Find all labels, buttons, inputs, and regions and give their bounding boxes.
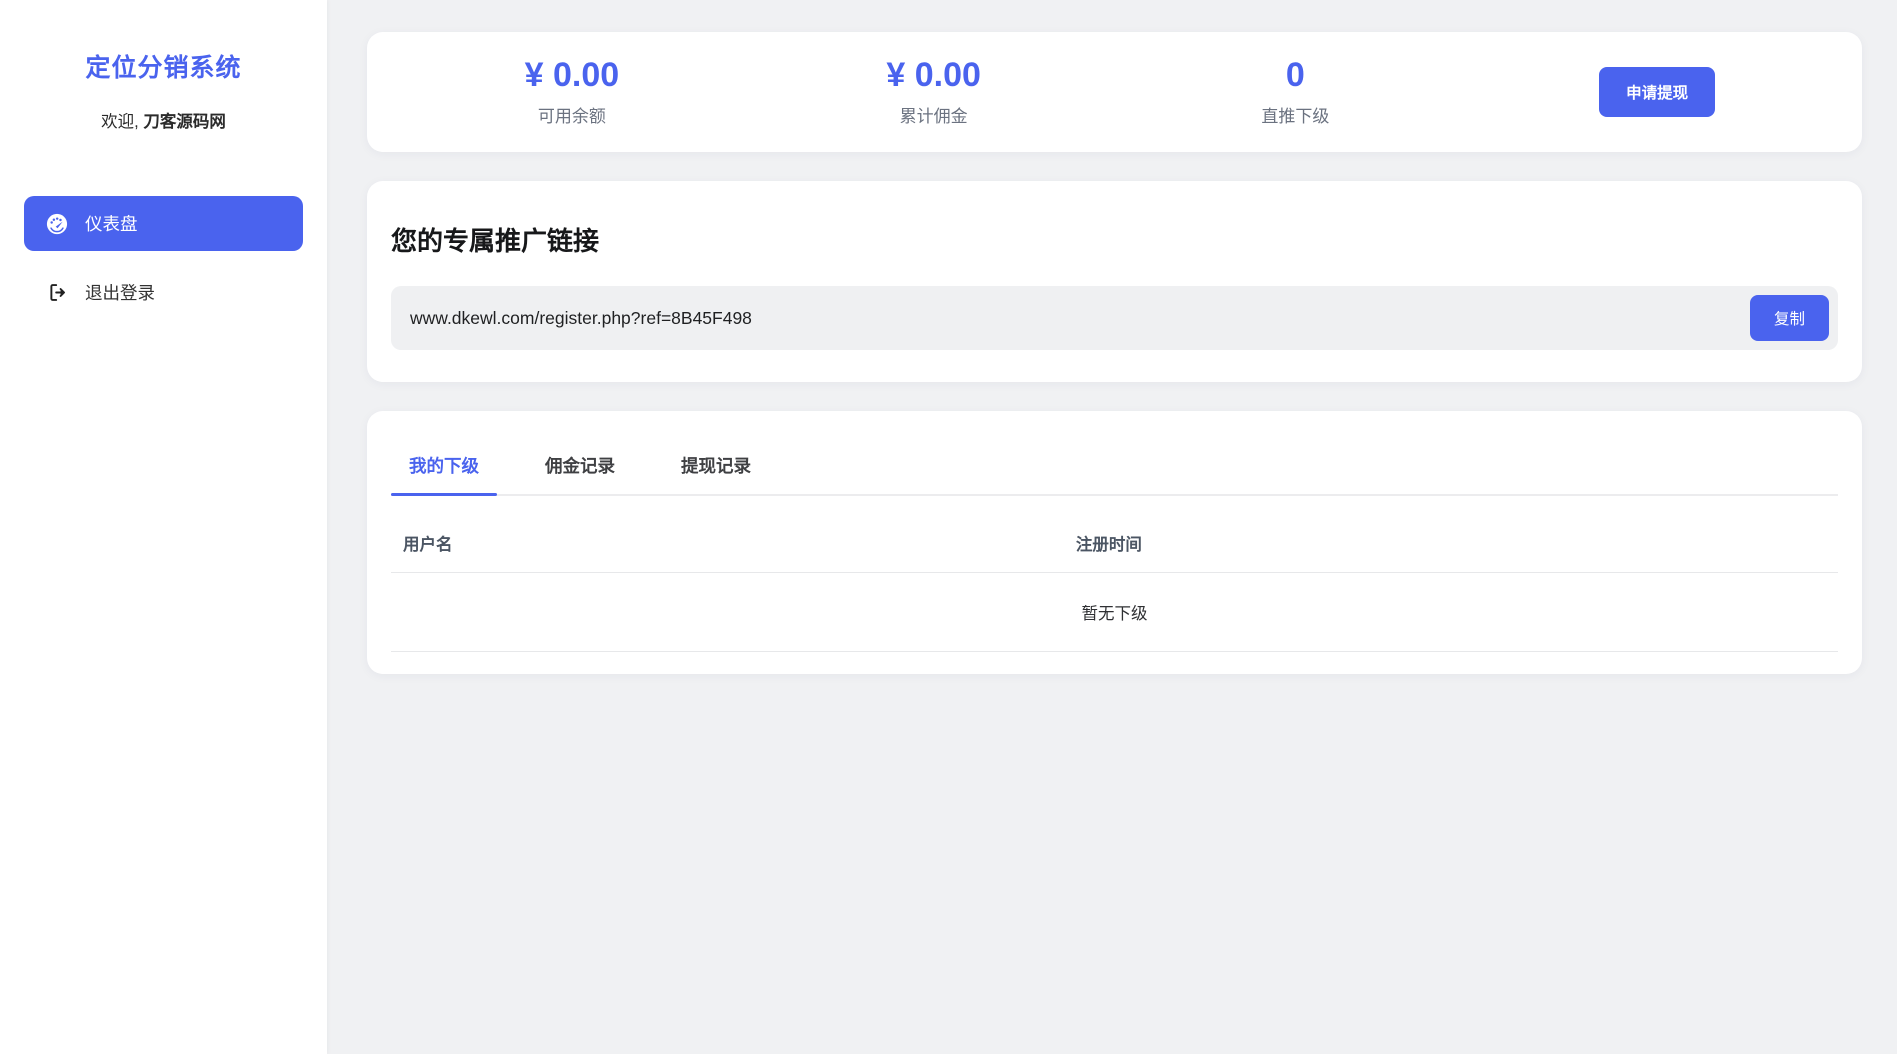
- welcome-username: 刀客源码网: [143, 113, 226, 131]
- sidebar: 定位分销系统 欢迎, 刀客源码网: [0, 0, 327, 1054]
- stat-label: 可用余额: [391, 102, 753, 127]
- table-empty-row: 暂无下级: [391, 573, 1838, 652]
- tab-commission-records[interactable]: 佣金记录: [527, 441, 633, 494]
- stat-total-commission: ¥ 0.00 累计佣金: [753, 57, 1115, 127]
- tabs-bar: 我的下级 佣金记录 提现记录: [391, 441, 1838, 496]
- promo-heading: 您的专属推广链接: [391, 221, 1838, 258]
- app-title: 定位分销系统: [0, 48, 327, 84]
- column-header-register-time: 注册时间: [1064, 516, 1838, 573]
- stat-direct-referrals: 0 直推下级: [1115, 57, 1477, 127]
- referrals-table: 用户名 注册时间 暂无下级: [391, 516, 1838, 652]
- welcome-text: 欢迎, 刀客源码网: [0, 108, 327, 132]
- promo-link-box: www.dkewl.com/register.php?ref=8B45F498 …: [391, 286, 1838, 350]
- withdraw-column: 申请提现: [1476, 67, 1838, 117]
- stat-available-balance: ¥ 0.00 可用余额: [391, 57, 753, 127]
- dashboard-gauge-icon: [46, 213, 68, 235]
- stat-value: 0: [1115, 57, 1477, 94]
- promo-link-card: 您的专属推广链接 www.dkewl.com/register.php?ref=…: [367, 181, 1862, 382]
- sidebar-item-label: 退出登录: [85, 280, 155, 305]
- stat-label: 累计佣金: [753, 102, 1115, 127]
- withdraw-button[interactable]: 申请提现: [1599, 67, 1715, 117]
- app-root: 定位分销系统 欢迎, 刀客源码网: [0, 0, 1897, 1054]
- tab-withdrawal-records[interactable]: 提现记录: [663, 441, 769, 494]
- stats-card: ¥ 0.00 可用余额 ¥ 0.00 累计佣金 0 直推下级 申请提现: [367, 32, 1862, 152]
- empty-state-text: 暂无下级: [391, 573, 1838, 652]
- sidebar-item-label: 仪表盘: [85, 211, 138, 236]
- referrals-card: 我的下级 佣金记录 提现记录 用户名 注册时间 暂无下级: [367, 411, 1862, 674]
- tab-my-referrals[interactable]: 我的下级: [391, 441, 497, 494]
- copy-button[interactable]: 复制: [1750, 295, 1829, 341]
- table-header-row: 用户名 注册时间: [391, 516, 1838, 573]
- welcome-prefix: 欢迎,: [101, 113, 139, 131]
- promo-link-text[interactable]: www.dkewl.com/register.php?ref=8B45F498: [410, 308, 1750, 329]
- sidebar-item-logout[interactable]: 退出登录: [24, 265, 303, 320]
- column-header-username: 用户名: [391, 516, 1064, 573]
- logout-icon: [46, 282, 68, 304]
- stat-value: ¥ 0.00: [753, 57, 1115, 94]
- stat-label: 直推下级: [1115, 102, 1477, 127]
- stat-value: ¥ 0.00: [391, 57, 753, 94]
- main-content: ¥ 0.00 可用余额 ¥ 0.00 累计佣金 0 直推下级 申请提现 您的专属…: [327, 0, 1897, 1054]
- sidebar-item-dashboard[interactable]: 仪表盘: [24, 196, 303, 251]
- sidebar-nav: 仪表盘 退出登录: [0, 196, 327, 320]
